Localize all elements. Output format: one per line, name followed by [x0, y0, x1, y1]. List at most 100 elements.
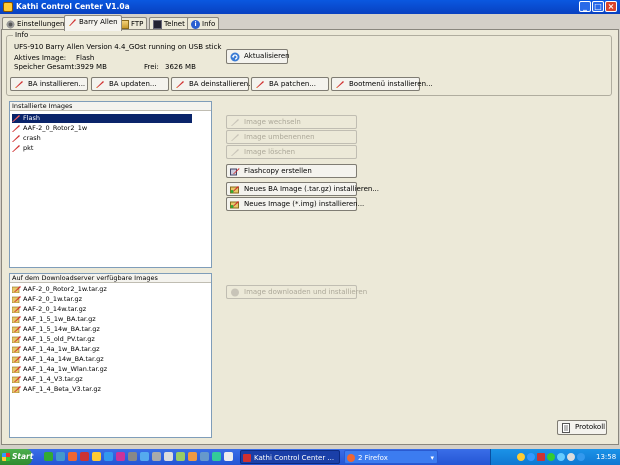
quicklaunch-icon[interactable] — [116, 452, 125, 461]
installed-images-list[interactable]: Installierte Images Flash AAF-2_0_Rotor2… — [9, 101, 212, 268]
list-item-label: AAF-2_0_Rotor2_1w.tar.gz — [23, 285, 107, 293]
ba-install-button[interactable]: BA installieren... — [10, 77, 88, 91]
flash-icon — [68, 18, 77, 27]
window-title: Kathi Control Center V1.0a — [16, 2, 130, 11]
list-item[interactable]: AAF_1_5_1w_BA.tar.gz — [11, 315, 96, 324]
settings-icon — [6, 20, 15, 29]
storage-total-value: 3929 MB — [76, 63, 107, 71]
start-button[interactable]: Start — [0, 449, 33, 465]
task-button-firefox[interactable]: 2 Firefox ▾ — [344, 450, 438, 464]
tray-icon[interactable] — [537, 453, 545, 461]
list-item[interactable]: AAF_1_4a_14w_BA.tar.gz — [11, 355, 104, 364]
task-button-kcc[interactable]: Kathi Control Center ... — [240, 450, 340, 464]
quicklaunch-icon[interactable] — [224, 452, 233, 461]
package-icon — [230, 200, 240, 209]
list-item[interactable]: Flash — [12, 114, 192, 123]
tray-icon[interactable] — [577, 453, 585, 461]
quicklaunch-icon[interactable] — [56, 452, 65, 461]
list-item[interactable]: pkt — [12, 144, 33, 153]
ba-update-button[interactable]: BA updaten... — [91, 77, 169, 91]
list-item[interactable]: AAF-2_0_Rotor2_1w — [12, 124, 87, 133]
image-rename-button[interactable]: Image umbenennen — [226, 130, 357, 144]
image-switch-label: Image wechseln — [244, 118, 301, 126]
active-image-label: Aktives Image: — [14, 54, 67, 62]
volume-icon[interactable] — [567, 453, 575, 461]
list-item[interactable]: AAF-2_0_1w.tar.gz — [11, 295, 83, 304]
tray-icon[interactable] — [557, 453, 565, 461]
list-item[interactable]: AAF-2_0_14w.tar.gz — [11, 305, 87, 314]
quicklaunch-icon[interactable] — [152, 452, 161, 461]
list-item[interactable]: AAF_1_5_14w_BA.tar.gz — [11, 325, 100, 334]
windows-logo-icon — [2, 453, 10, 461]
flash-icon — [12, 135, 21, 142]
quicklaunch-icon[interactable] — [212, 452, 221, 461]
package-icon — [11, 296, 21, 304]
firefox-icon[interactable] — [68, 452, 77, 461]
quicklaunch-icon[interactable] — [104, 452, 113, 461]
download-install-button[interactable]: Image downloaden und installieren — [226, 285, 367, 299]
clock[interactable]: 13:58 — [596, 449, 616, 465]
new-ba-image-button[interactable]: Neues BA Image (.tar.gz) installieren... — [226, 182, 379, 196]
list-item-label: crash — [23, 134, 41, 142]
flash-icon — [14, 80, 24, 89]
ba-patch-button[interactable]: BA patchen... — [251, 77, 329, 91]
quicklaunch-icon[interactable] — [128, 452, 137, 461]
maximize-button[interactable]: □ — [592, 1, 604, 12]
storage-free-label: Frei: — [144, 63, 159, 71]
list-item[interactable]: AAF_1_4a_1w_Wlan.tar.gz — [11, 365, 108, 374]
tab-label: Info — [202, 20, 216, 28]
quicklaunch-icon[interactable] — [200, 452, 209, 461]
list-item-label: pkt — [23, 144, 34, 152]
list-item-label: AAF_1_4a_1w_BA.tar.gz — [23, 345, 100, 353]
refresh-button[interactable]: Aktualisieren — [226, 49, 290, 64]
tab-label: Barry Allen — [79, 18, 118, 26]
list-item-label: AAF_1_5_1w_BA.tar.gz — [23, 315, 96, 323]
info-group: Info UFS-910 Barry Allen Version 4.4_GOs… — [6, 31, 612, 96]
tab-barry-allen[interactable]: Barry Allen — [64, 15, 122, 31]
list-item-label: AAF_1_4a_14w_BA.tar.gz — [23, 355, 104, 363]
quicklaunch-icon[interactable] — [188, 452, 197, 461]
ba-uninstall-label: BA deinstallieren... — [189, 80, 255, 88]
bootmenu-install-button[interactable]: Bootmenü installieren... — [331, 77, 433, 91]
minimize-button[interactable]: _ — [579, 1, 591, 12]
flashcopy-button[interactable]: Flashcopy erstellen — [226, 164, 357, 178]
list-item[interactable]: AAF_1_4a_1w_BA.tar.gz — [11, 345, 100, 354]
flash-icon — [175, 80, 185, 89]
refresh-button-label: Aktualisieren — [244, 52, 290, 60]
flash-icon — [255, 80, 265, 89]
quicklaunch-icon[interactable] — [92, 452, 101, 461]
list-item[interactable]: AAF_1_4_V3.tar.gz — [11, 375, 83, 384]
list-item-label: AAF_1_4a_1w_Wlan.tar.gz — [23, 365, 108, 373]
image-delete-button[interactable]: Image löschen — [226, 145, 357, 159]
protocol-button[interactable]: Protokoll — [557, 420, 607, 435]
list-item-label: AAF-2_0_1w.tar.gz — [23, 295, 83, 303]
ba-update-label: BA updaten... — [109, 80, 157, 88]
quicklaunch-icon[interactable] — [80, 452, 89, 461]
list-item[interactable]: AAF-2_0_Rotor2_1w.tar.gz — [11, 285, 107, 294]
list-item[interactable]: crash — [12, 134, 41, 143]
close-button[interactable]: × — [605, 1, 617, 12]
package-icon — [11, 336, 21, 344]
flash-icon — [335, 80, 345, 89]
tray-icon[interactable] — [517, 453, 525, 461]
package-icon — [11, 326, 21, 334]
list-item[interactable]: AAF_1_4_Beta_V3.tar.gz — [11, 385, 101, 394]
quicklaunch-icon[interactable] — [44, 452, 53, 461]
ba-uninstall-button[interactable]: BA deinstallieren... — [171, 77, 255, 91]
quicklaunch-icon[interactable] — [176, 452, 185, 461]
flash-icon — [230, 148, 240, 157]
flash-icon — [12, 145, 21, 152]
tray-icon[interactable] — [547, 453, 555, 461]
task-label: Kathi Control Center ... — [254, 454, 335, 462]
download-images-header: Auf dem Downloadserver verfügbare Images — [10, 274, 211, 283]
quicklaunch-icon[interactable] — [164, 452, 173, 461]
image-switch-button[interactable]: Image wechseln — [226, 115, 357, 129]
quicklaunch-icon[interactable] — [140, 452, 149, 461]
download-images-list[interactable]: Auf dem Downloadserver verfügbare Images… — [9, 273, 212, 438]
download-icon — [230, 288, 240, 297]
flash-icon — [95, 80, 105, 89]
new-img-image-button[interactable]: Neues Image (*.img) installieren... — [226, 197, 364, 211]
list-item[interactable]: AAF_1_5_old_PV.tar.gz — [11, 335, 95, 344]
tray-icon[interactable] — [527, 453, 535, 461]
list-item-label: AAF-2_0_14w.tar.gz — [23, 305, 87, 313]
